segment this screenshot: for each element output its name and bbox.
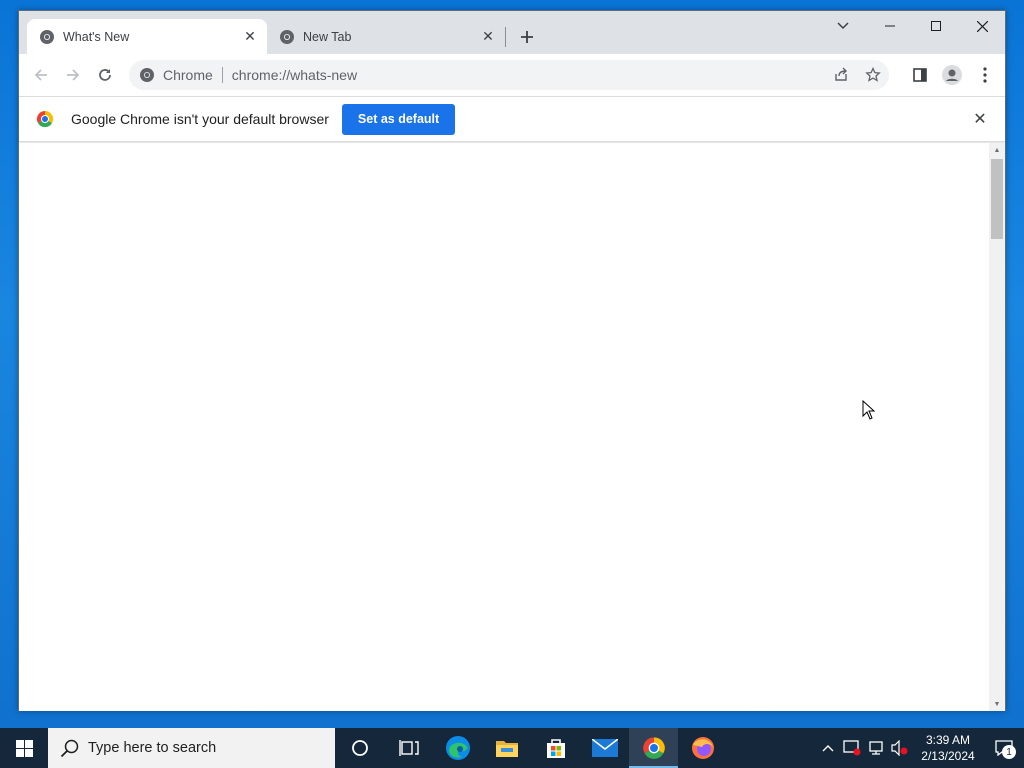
reload-button[interactable] <box>89 59 121 91</box>
tab-separator <box>505 27 506 47</box>
desktop-background <box>0 0 18 728</box>
scroll-down-arrow-icon[interactable]: ▼ <box>989 697 1005 711</box>
new-tab-button[interactable] <box>515 25 539 49</box>
chrome-logo-icon <box>36 110 54 128</box>
page-content: ▲ ▼ <box>19 143 1005 711</box>
set-as-default-button[interactable]: Set as default <box>341 103 456 135</box>
app-tray-icon <box>843 740 861 756</box>
clock-date: 2/13/2024 <box>921 749 975 763</box>
arrow-right-icon <box>67 69 80 81</box>
cortana-button[interactable] <box>335 728 384 768</box>
windows-logo-icon <box>15 739 33 757</box>
arrow-left-icon <box>34 69 47 81</box>
tab-strip: What's New ✕ New Tab ✕ <box>19 11 1005 54</box>
system-tray: 3:39 AM 2/13/2024 1 <box>816 728 1024 768</box>
close-window-button[interactable] <box>959 11 1005 41</box>
start-button[interactable] <box>0 728 48 768</box>
forward-button[interactable] <box>57 59 89 91</box>
taskbar-search-box[interactable]: Type here to search <box>48 728 335 768</box>
tab-whats-new[interactable]: What's New ✕ <box>27 19 267 54</box>
clock-time: 3:39 AM <box>925 733 971 747</box>
show-hidden-icons-button[interactable] <box>816 728 840 768</box>
maximize-icon <box>931 21 941 31</box>
omnibox-divider <box>221 67 223 83</box>
chrome-window: What's New ✕ New Tab ✕ Chrome chrome://w… <box>18 10 1006 711</box>
close-tab-icon[interactable]: ✕ <box>241 28 259 46</box>
search-placeholder: Type here to search <box>88 740 217 756</box>
profile-button[interactable] <box>936 59 968 91</box>
speaker-muted-icon <box>891 740 908 756</box>
firefox-icon <box>691 737 714 759</box>
microsoft-store-taskbar-button[interactable] <box>531 728 580 768</box>
mail-taskbar-button[interactable] <box>580 728 629 768</box>
close-icon <box>976 20 988 32</box>
windows-taskbar: Type here to search 3:39 AM 2/13/2024 1 <box>0 728 1024 768</box>
infobar-message: Google Chrome isn't your default browser <box>71 111 329 127</box>
task-view-button[interactable] <box>384 728 433 768</box>
system-clock[interactable]: 3:39 AM 2/13/2024 <box>912 732 984 764</box>
tab-search-button[interactable] <box>831 16 855 36</box>
share-button[interactable] <box>825 60 857 90</box>
chevron-down-icon <box>837 22 849 30</box>
edge-icon <box>445 736 470 760</box>
file-explorer-taskbar-button[interactable] <box>482 728 531 768</box>
window-controls <box>867 11 1005 41</box>
volume-button[interactable] <box>888 728 912 768</box>
url-text[interactable]: chrome://whats-new <box>232 67 825 83</box>
scrollbar-thumb[interactable] <box>991 159 1003 239</box>
mouse-cursor-icon <box>862 400 876 420</box>
firefox-taskbar-button[interactable] <box>678 728 727 768</box>
kebab-menu-icon <box>983 67 987 83</box>
infobar-close-icon[interactable]: ✕ <box>971 110 989 128</box>
tab-title: What's New <box>63 29 130 44</box>
store-bag-icon <box>546 739 565 758</box>
close-tab-icon[interactable]: ✕ <box>479 28 497 46</box>
notification-count-badge: 1 <box>1002 745 1016 759</box>
chrome-favicon-icon <box>40 29 54 44</box>
chrome-favicon-icon <box>280 29 294 44</box>
chevron-up-icon <box>822 745 834 752</box>
back-button[interactable] <box>25 59 57 91</box>
star-icon <box>865 67 881 82</box>
browser-toolbar: Chrome chrome://whats-new <box>19 54 1005 96</box>
chrome-logo-icon <box>642 737 665 759</box>
task-view-icon <box>398 740 419 756</box>
scroll-up-arrow-icon[interactable]: ▲ <box>989 143 1005 157</box>
maximize-button[interactable] <box>913 11 959 41</box>
tab-new-tab[interactable]: New Tab ✕ <box>267 19 505 54</box>
bookmark-button[interactable] <box>857 60 889 90</box>
minimize-button[interactable] <box>867 11 913 41</box>
tab-title: New Tab <box>303 29 352 44</box>
avatar-icon <box>942 65 962 85</box>
share-icon <box>835 67 847 81</box>
site-chip-label: Chrome <box>163 67 213 83</box>
minimize-icon <box>885 25 895 27</box>
mail-envelope-icon <box>591 739 618 757</box>
cortana-circle-icon <box>351 740 368 756</box>
search-icon <box>60 739 79 758</box>
network-button[interactable] <box>864 728 888 768</box>
folder-icon <box>495 741 518 757</box>
network-icon <box>869 741 883 755</box>
address-bar[interactable]: Chrome chrome://whats-new <box>129 60 889 90</box>
chrome-site-icon <box>140 68 154 82</box>
side-panel-button[interactable] <box>904 59 936 91</box>
reload-icon <box>99 69 111 81</box>
edge-taskbar-button[interactable] <box>433 728 482 768</box>
side-panel-icon <box>913 68 927 82</box>
chrome-menu-button[interactable] <box>969 59 1001 91</box>
vertical-scrollbar[interactable]: ▲ ▼ <box>989 143 1005 711</box>
chrome-taskbar-button[interactable] <box>629 728 678 768</box>
default-browser-infobar: Google Chrome isn't your default browser… <box>19 96 1005 142</box>
plus-icon <box>521 31 533 43</box>
tray-app-button[interactable] <box>840 728 864 768</box>
action-center-button[interactable]: 1 <box>984 728 1024 768</box>
